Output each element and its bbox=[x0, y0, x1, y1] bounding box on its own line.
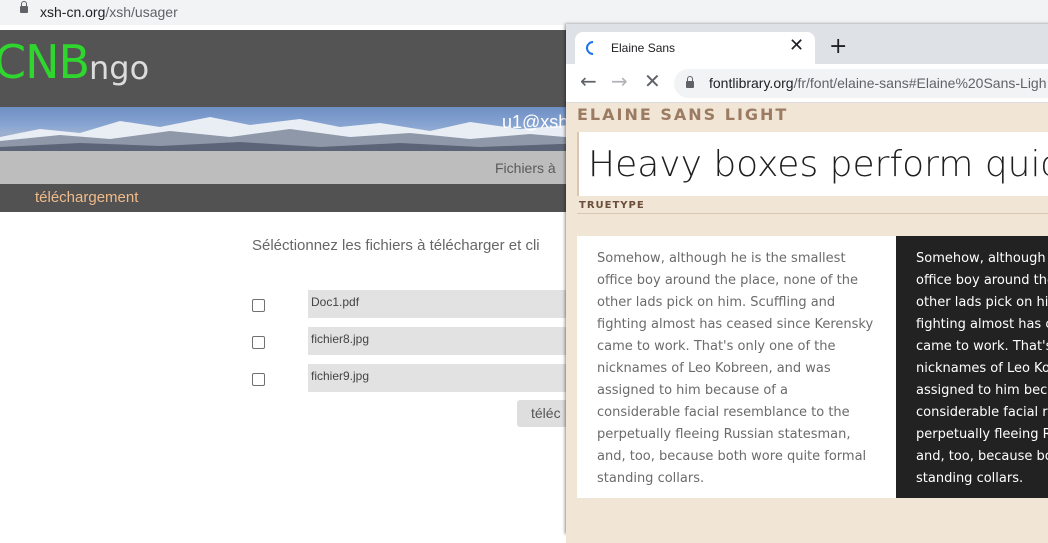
paragraph-sample-dark: Somehow, although he is the smallest off… bbox=[896, 236, 1048, 498]
paragraph-line: standing collars. bbox=[916, 471, 1024, 486]
lock-icon bbox=[20, 1, 28, 13]
url-path: /xsh/usager bbox=[105, 4, 178, 20]
paragraph-text: Somehow, although he is the smallest off… bbox=[597, 248, 887, 490]
paragraph-line: fighting almost has ceased since Kerensk… bbox=[916, 317, 1048, 332]
paragraph-line: fighting almost has ceased since Kerensk… bbox=[597, 317, 874, 332]
file-checkbox[interactable] bbox=[252, 299, 265, 312]
browser-toolbar: ← → ✕ fontlibrary.org/fr/font/elaine-san… bbox=[566, 64, 1048, 103]
sample-input[interactable]: Heavy boxes perform quick bbox=[577, 132, 1048, 196]
paragraph-line: perpetually fleeing Russian statesman, bbox=[916, 427, 1048, 442]
paragraph-line: other lads pick on him. Scuffling and bbox=[597, 295, 836, 310]
divider bbox=[577, 213, 1048, 214]
paragraph-line: came to work. That's only one of the bbox=[597, 339, 836, 354]
paragraph-line: other lads pick on him. Scuffling and bbox=[916, 295, 1048, 310]
url-host: xsh-cn.org bbox=[40, 4, 106, 20]
tab-title: Elaine Sans bbox=[611, 41, 676, 55]
loading-spinner-icon bbox=[583, 38, 603, 58]
file-name: fichier8.jpg bbox=[308, 327, 580, 355]
section-title: Fichiers à bbox=[495, 160, 556, 176]
file-name: Doc1.pdf bbox=[308, 290, 580, 318]
nav-link-download[interactable]: téléchargement bbox=[35, 189, 138, 206]
font-page: ELAINE SANS LIGHT Heavy boxes perform qu… bbox=[566, 103, 1048, 543]
paragraph-line: office boy around the place, none of the bbox=[916, 273, 1048, 288]
paragraph-line: considerable facial resemblance to the bbox=[916, 405, 1048, 420]
background-url[interactable]: xsh-cn.org/xsh/usager bbox=[40, 4, 178, 20]
sample-text: Heavy boxes perform quick bbox=[588, 144, 1048, 185]
site-logo-text: ngo bbox=[89, 49, 150, 87]
file-checkbox[interactable] bbox=[252, 373, 265, 386]
file-row: Doc1.pdf bbox=[250, 290, 580, 318]
address-bar[interactable]: fontlibrary.org/fr/font/elaine-sans#Elai… bbox=[674, 69, 1048, 98]
url-path: /fr/font/elaine-sans#Elaine%20Sans-Ligh bbox=[793, 75, 1047, 91]
paragraph-line: and, too, because both wore quite formal bbox=[597, 449, 867, 464]
paragraph-line: came to work. That's only one of the bbox=[916, 339, 1048, 354]
plus-icon[interactable]: + bbox=[829, 36, 847, 58]
address-url[interactable]: fontlibrary.org/fr/font/elaine-sans#Elai… bbox=[709, 75, 1047, 91]
paragraph-line: and, too, because both wore quite formal bbox=[916, 449, 1048, 464]
font-name-heading: ELAINE SANS LIGHT bbox=[577, 105, 789, 124]
paragraph-sample-light: Somehow, although he is the smallest off… bbox=[577, 236, 896, 498]
paragraph-line: assigned to him because of a bbox=[597, 383, 788, 398]
paragraph-line: considerable facial resemblance to the bbox=[597, 405, 850, 420]
tab-elaine-sans[interactable]: Elaine Sans ✕ bbox=[575, 32, 815, 64]
instructions-text: Séléctionnez les fichiers à télécharger … bbox=[252, 237, 540, 254]
back-arrow-icon[interactable]: ← bbox=[580, 71, 597, 91]
paragraph-line: Somehow, although he is the smallest bbox=[916, 251, 1048, 266]
paragraph-line: assigned to him because of a bbox=[916, 383, 1048, 398]
paragraph-line: standing collars. bbox=[597, 471, 705, 486]
file-row: fichier9.jpg bbox=[250, 364, 580, 392]
font-format-label: TRUETYPE bbox=[579, 200, 645, 211]
paragraph-line: Somehow, although he is the smallest bbox=[597, 251, 846, 266]
forward-arrow-icon[interactable]: → bbox=[611, 71, 628, 91]
lock-icon bbox=[686, 76, 694, 88]
close-icon[interactable]: ✕ bbox=[789, 37, 804, 55]
file-row: fichier8.jpg bbox=[250, 327, 580, 355]
paragraph-line: office boy around the place, none of the bbox=[597, 273, 858, 288]
paragraph-text: Somehow, although he is the smallest off… bbox=[916, 248, 1048, 490]
browser-window: Elaine Sans ✕ + ← → ✕ fontlibrary.org/fr… bbox=[566, 24, 1048, 543]
tab-strip: Elaine Sans ✕ + bbox=[566, 24, 1048, 64]
file-name: fichier9.jpg bbox=[308, 364, 580, 392]
user-email: u1@xsh bbox=[502, 112, 569, 132]
paragraph-line: nicknames of Leo Kobreen, and was bbox=[916, 361, 1048, 376]
paragraph-line: nicknames of Leo Kobreen, and was bbox=[597, 361, 831, 376]
site-logo[interactable]: CNB bbox=[0, 32, 90, 92]
stop-icon[interactable]: ✕ bbox=[644, 71, 661, 91]
url-host: fontlibrary.org bbox=[709, 75, 794, 91]
paragraph-line: perpetually fleeing Russian statesman, bbox=[597, 427, 851, 442]
file-checkbox[interactable] bbox=[252, 336, 265, 349]
background-address-bar[interactable]: xsh-cn.org/xsh/usager bbox=[0, 0, 1048, 25]
download-button-label: téléc bbox=[531, 405, 561, 421]
